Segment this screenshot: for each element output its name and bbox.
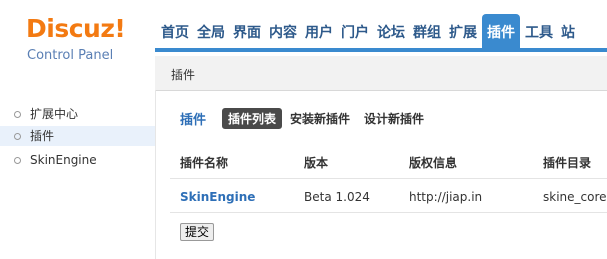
logo-subtitle: Control Panel bbox=[27, 48, 114, 63]
nav-item-users[interactable]: 用户 bbox=[302, 14, 336, 48]
sidebar-item-skinengine[interactable]: SkinEngine bbox=[0, 150, 155, 170]
nav-item-portal[interactable]: 门户 bbox=[338, 14, 372, 48]
nav-item-groups[interactable]: 群组 bbox=[410, 14, 444, 48]
plugin-version: Beta 1.024 bbox=[304, 190, 370, 204]
bullet-icon bbox=[14, 157, 21, 164]
nav-item-station[interactable]: 站 bbox=[558, 14, 578, 48]
table-row: SkinEngine Beta 1.024 http://jiap.in ski… bbox=[170, 182, 607, 213]
page-title: 插件 bbox=[180, 112, 207, 128]
header-version: 版本 bbox=[304, 156, 329, 170]
sidebar: 扩展中心 插件 SkinEngine bbox=[0, 90, 156, 259]
header: Discuz! Control Panel 首页 全局 界面 内容 用户 门户 … bbox=[0, 0, 607, 63]
submit-button[interactable]: 提交 bbox=[180, 223, 215, 241]
bullet-icon bbox=[14, 111, 21, 118]
sidebar-item-extension-center[interactable]: 扩展中心 bbox=[0, 104, 155, 124]
tab-design-plugin[interactable]: 设计新插件 bbox=[358, 108, 430, 129]
logo[interactable]: Discuz! Control Panel bbox=[26, 14, 130, 63]
plugin-name-link[interactable]: SkinEngine bbox=[180, 182, 255, 212]
bullet-icon bbox=[14, 133, 21, 140]
nav-item-extensions[interactable]: 扩展 bbox=[446, 14, 480, 48]
plugin-directory: skine_core bbox=[543, 190, 607, 204]
nav-item-tools[interactable]: 工具 bbox=[522, 14, 556, 48]
nav-item-interface[interactable]: 界面 bbox=[230, 14, 264, 48]
nav-accent-bar bbox=[155, 48, 607, 52]
header-plugin-dir: 插件目录 bbox=[543, 156, 592, 170]
sidebar-item-label: 插件 bbox=[30, 129, 55, 143]
logo-brand: Discuz! bbox=[26, 14, 126, 43]
tab-plugin-list[interactable]: 插件列表 bbox=[222, 107, 283, 129]
top-nav: 首页 全局 界面 内容 用户 门户 论坛 群组 扩展 插件 工具 站 bbox=[158, 14, 580, 48]
nav-item-content[interactable]: 内容 bbox=[266, 14, 300, 48]
breadcrumb: 插件 bbox=[155, 56, 607, 91]
sidebar-item-plugins[interactable]: 插件 bbox=[0, 126, 155, 146]
header-copyright: 版权信息 bbox=[409, 156, 458, 170]
tab-install-plugin[interactable]: 安装新插件 bbox=[284, 108, 356, 129]
main-content: 插件 插件列表 安装新插件 设计新插件 插件名称 版本 版权信息 插件目录 Sk… bbox=[170, 90, 607, 259]
nav-item-global[interactable]: 全局 bbox=[194, 14, 228, 48]
sidebar-item-label: 扩展中心 bbox=[30, 107, 79, 121]
table-header-row: 插件名称 版本 版权信息 插件目录 bbox=[170, 148, 607, 179]
breadcrumb-current: 插件 bbox=[171, 68, 196, 82]
sidebar-item-label: SkinEngine bbox=[30, 153, 97, 167]
nav-item-forum[interactable]: 论坛 bbox=[374, 14, 408, 48]
tab-bar: 插件 插件列表 安装新插件 设计新插件 bbox=[180, 107, 432, 129]
plugin-copyright: http://jiap.in bbox=[409, 190, 483, 204]
nav-item-plugins[interactable]: 插件 bbox=[482, 14, 520, 48]
nav-item-home[interactable]: 首页 bbox=[158, 14, 192, 48]
header-plugin-name: 插件名称 bbox=[180, 156, 229, 170]
